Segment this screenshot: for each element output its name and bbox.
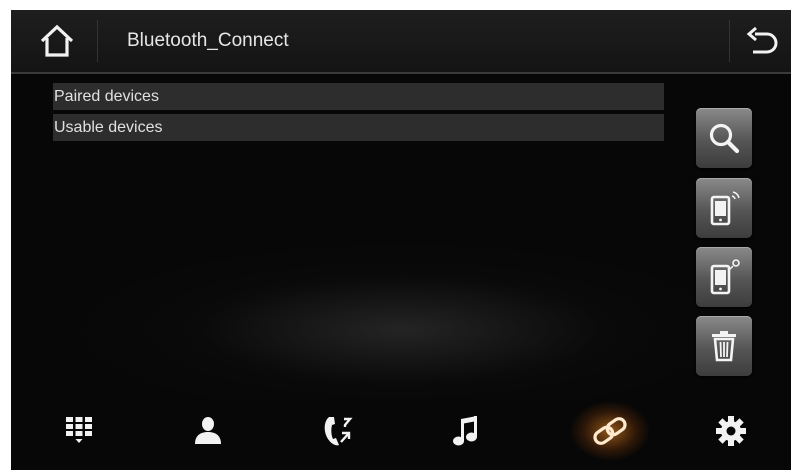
nav-contacts[interactable] <box>163 392 253 470</box>
trash-icon <box>712 331 736 362</box>
settings-icon <box>716 416 746 446</box>
nav-dialpad[interactable] <box>34 392 124 470</box>
usable-devices-header[interactable]: Usable devices <box>53 114 664 141</box>
home-icon <box>40 24 74 57</box>
nav-settings[interactable] <box>686 392 776 470</box>
connect-phone-button[interactable] <box>696 178 752 238</box>
delete-button[interactable] <box>696 316 752 376</box>
link-icon <box>593 417 627 445</box>
search-icon <box>709 123 740 154</box>
bottom-nav-bar <box>11 392 791 470</box>
back-arrow-icon <box>746 26 778 54</box>
header-divider <box>729 20 730 62</box>
music-icon <box>453 416 477 446</box>
nav-music[interactable] <box>421 392 511 470</box>
search-button[interactable] <box>696 108 752 168</box>
nav-call-log[interactable] <box>292 392 382 470</box>
header-divider <box>97 20 98 62</box>
call-log-icon <box>324 417 353 446</box>
page-title: Bluetooth_Connect <box>127 30 289 51</box>
nav-bluetooth-link[interactable] <box>565 392 655 470</box>
dialpad-icon <box>66 417 92 443</box>
phone-signal-icon <box>710 191 740 226</box>
back-button[interactable] <box>737 18 787 64</box>
contacts-icon <box>195 417 221 444</box>
bluetooth-screen: Bluetooth_Connect Paired devices Usable … <box>11 10 791 470</box>
paired-devices-header[interactable]: Paired devices <box>53 83 664 110</box>
phone-disconnect-icon <box>710 259 740 295</box>
header-bar: Bluetooth_Connect <box>11 10 791 74</box>
home-button[interactable] <box>29 18 85 64</box>
disconnect-phone-button[interactable] <box>696 247 752 307</box>
